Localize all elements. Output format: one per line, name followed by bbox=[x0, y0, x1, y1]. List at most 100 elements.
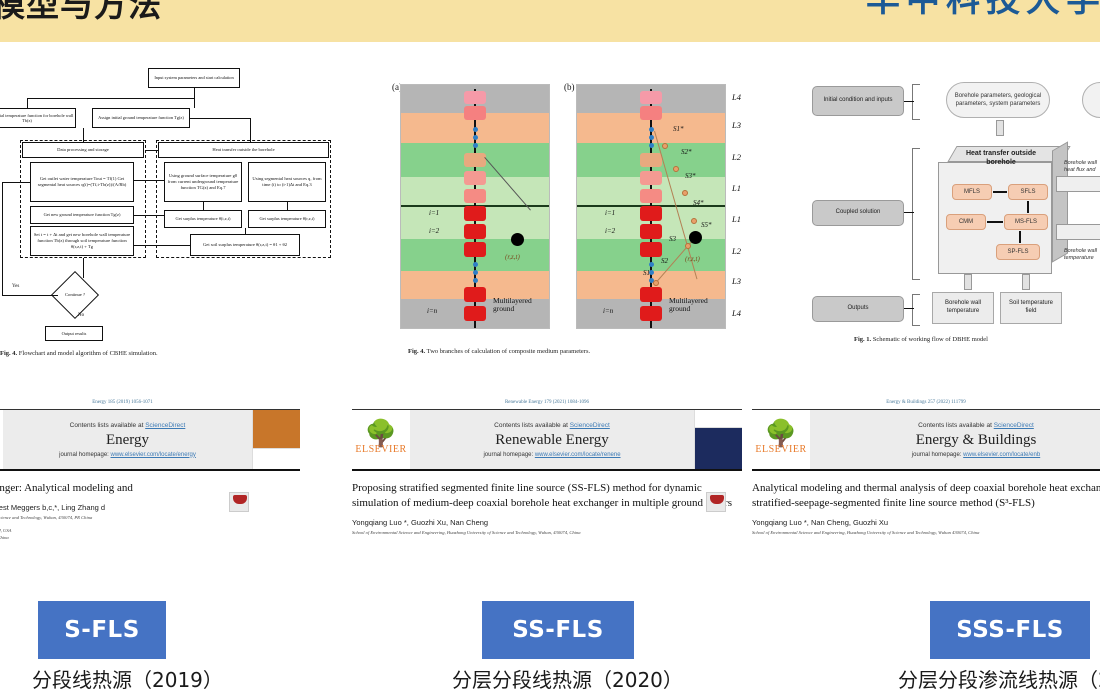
tag-sss-fls: SSS-FLS bbox=[930, 601, 1090, 659]
caption-text: Schematic of working flow of DBHE model bbox=[872, 336, 988, 343]
header-banner: 模型与方法 华中科技大学 bbox=[0, 0, 1100, 42]
layer-label: L4 bbox=[732, 92, 741, 102]
layer-label: L4 bbox=[732, 308, 741, 318]
sciencedirect-link[interactable]: ScienceDirect bbox=[994, 422, 1034, 429]
source-label: S2* bbox=[681, 148, 692, 156]
tag-s-fls: S-FLS bbox=[38, 601, 166, 659]
running-head: Energy & Buildings 257 (2022) 111799 bbox=[886, 400, 966, 405]
journal-cover bbox=[694, 410, 742, 469]
flow-node: Assign initial ground temperature functi… bbox=[92, 108, 190, 128]
homepage-line: journal homepage: www.elsevier.com/locat… bbox=[911, 451, 1041, 458]
target-label: (r,z,t) bbox=[685, 255, 700, 263]
method-box: MS-FLS bbox=[1004, 214, 1048, 230]
source-point bbox=[691, 218, 697, 224]
source-label: S2 bbox=[661, 257, 668, 265]
paper-affiliations: ng, Huazhong University of Science and T… bbox=[0, 514, 93, 540]
tag-caption-ss-fls: 分层分段线热源（2020） bbox=[452, 668, 683, 691]
paper-authors: an Guo a,*, Forrest Meggers b,c,*, Ling … bbox=[0, 502, 106, 512]
journal-header: 🌳 ELSEVIER Contents lists available at S… bbox=[352, 409, 742, 471]
layer-label: L3 bbox=[732, 120, 741, 130]
flow-node: Heat transfer outside the borehole bbox=[158, 142, 329, 158]
flow-node: Set t = t + Δt and get new borehole wall… bbox=[30, 226, 134, 256]
flow-node: Get outlet water temperature Tout = Tf(1… bbox=[30, 162, 134, 202]
tag-label: S-FLS bbox=[64, 617, 140, 643]
source-point bbox=[673, 166, 679, 172]
figure-caption: Fig. 4. Flowchart and model algorithm of… bbox=[0, 350, 158, 357]
journal-header: 🌳 ELSEVIER Contents lists available at S… bbox=[0, 409, 300, 471]
flow-node: Data processing and storage bbox=[22, 142, 144, 158]
journal-header: 🌳 ELSEVIER Contents lists available at S… bbox=[752, 409, 1100, 471]
journal-name: Energy & Buildings bbox=[915, 431, 1037, 448]
running-head: Energy 185 (2019) 1056-1071 bbox=[92, 400, 153, 405]
source-point bbox=[682, 190, 688, 196]
flow-node: Input system parameters and start calcul… bbox=[148, 68, 240, 88]
stage-label: Coupled solution bbox=[812, 200, 904, 226]
sciencedirect-link[interactable]: ScienceDirect bbox=[145, 422, 185, 429]
homepage-line: journal homepage: www.elsevier.com/locat… bbox=[483, 451, 621, 458]
method-box: SFLS bbox=[1008, 184, 1048, 200]
journal-banner: Contents lists available at ScienceDirec… bbox=[810, 410, 1100, 469]
caption-label: Fig. 4. bbox=[0, 350, 18, 357]
method-box: MFLS bbox=[952, 184, 992, 200]
source-label: S3 bbox=[669, 235, 676, 243]
journal-banner: Contents lists available at ScienceDirec… bbox=[3, 410, 252, 469]
running-head: Renewable Energy 179 (2021) 1084-1096 bbox=[504, 400, 590, 405]
source-label: S1 bbox=[643, 269, 650, 277]
elsevier-wordmark: ELSEVIER bbox=[355, 444, 407, 456]
method-box: CMM bbox=[946, 214, 986, 230]
source-point bbox=[662, 143, 668, 149]
elsevier-logo: 🌳 ELSEVIER bbox=[752, 410, 810, 469]
journal-name: Renewable Energy bbox=[495, 431, 609, 448]
contents-line: Contents lists available at ScienceDirec… bbox=[69, 421, 186, 429]
method-box: SP-FLS bbox=[996, 244, 1040, 260]
source-point bbox=[685, 243, 691, 249]
paper-card-ss-fls: Renewable Energy 179 (2021) 1084-1096 🌳 … bbox=[352, 400, 742, 537]
flow-node: Get soil surplus temperature θ(r,z,t) = … bbox=[190, 234, 300, 256]
flow-node: Using segmental heat sources q, from tim… bbox=[248, 162, 326, 202]
journal-homepage-link[interactable]: www.elsevier.com/locate/enb bbox=[963, 452, 1040, 458]
page-title: 模型与方法 bbox=[0, 0, 162, 24]
flow-no-label: No bbox=[78, 313, 85, 318]
source-point bbox=[653, 280, 659, 286]
paper-affiliations: School of Environmental Science and Engi… bbox=[752, 529, 980, 535]
flow-node: Using ground surface temperature g0 from… bbox=[164, 162, 242, 202]
tag-ss-fls: SS-FLS bbox=[482, 601, 634, 659]
output-box: Soil temperature field bbox=[1000, 292, 1062, 324]
paper-card-s-fls: Energy 185 (2019) 1056-1071 🌳 ELSEVIER C… bbox=[0, 400, 300, 542]
flow-yes-label: Yes bbox=[12, 284, 20, 289]
source-label: S1* bbox=[673, 125, 684, 133]
source-label: S5* bbox=[701, 221, 712, 229]
figure-dbhe-flow: Initial condition and inputs Coupled sol… bbox=[806, 72, 1100, 362]
tree-icon: 🌳 bbox=[364, 418, 398, 448]
stage-label: Initial condition and inputs bbox=[812, 86, 904, 116]
flow-node: Get surplus temperature θ(r,z,t) bbox=[248, 210, 326, 228]
contents-line: Contents lists available at ScienceDirec… bbox=[918, 421, 1034, 429]
figure-caption: Fig. 1. Schematic of working flow of DBH… bbox=[854, 336, 988, 343]
layer-label: L3 bbox=[732, 276, 741, 286]
tree-icon: 🌳 bbox=[764, 418, 798, 448]
figure-composite-medium: (a) (b) i=1 i=2 i=n Multilayered ground … bbox=[392, 82, 760, 364]
paper-affiliations: School of Environmental Science and Engi… bbox=[352, 529, 581, 535]
source-label: S3* bbox=[685, 172, 696, 180]
layer-label: L1 bbox=[732, 214, 741, 224]
tag-caption-s-fls: 分段线热源（2019） bbox=[32, 668, 223, 691]
slide-root: 模型与方法 华中科技大学 Input system parameters and… bbox=[0, 0, 1100, 691]
caption-text: Two branches of calculation of composite… bbox=[426, 348, 591, 355]
ground-label: Multilayered ground bbox=[493, 296, 532, 314]
paper-title: Proposing stratified segmented finite li… bbox=[352, 482, 732, 509]
journal-homepage-link[interactable]: www.elsevier.com/locate/renene bbox=[535, 452, 621, 458]
flow-node: Assign initial temperature function for … bbox=[0, 108, 76, 128]
sciencedirect-link[interactable]: ScienceDirect bbox=[570, 422, 610, 429]
caption-label: Fig. 1. bbox=[854, 336, 872, 343]
figure-flowchart-cbhe: Input system parameters and start calcul… bbox=[0, 62, 352, 357]
stage-label: Outputs bbox=[812, 296, 904, 322]
paper-card-sss-fls: Energy & Buildings 257 (2022) 111799 🌳 E… bbox=[752, 400, 1100, 537]
target-point bbox=[689, 231, 702, 244]
journal-banner: Contents lists available at ScienceDirec… bbox=[410, 410, 694, 469]
segment-label: i=1 bbox=[605, 209, 616, 217]
segment-label: i=2 bbox=[605, 227, 616, 235]
journal-homepage-link[interactable]: www.elsevier.com/locate/energy bbox=[111, 452, 196, 458]
journal-name: Energy bbox=[105, 431, 150, 448]
segment-label: i=n bbox=[427, 307, 438, 315]
target-point bbox=[511, 233, 524, 246]
